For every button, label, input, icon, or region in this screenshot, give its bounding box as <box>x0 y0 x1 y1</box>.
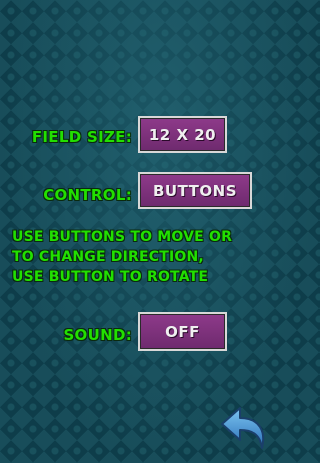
control-help-line: TO CHANGE DIRECTION, <box>12 249 204 265</box>
field-size-button[interactable]: 12 X 20 <box>138 116 227 153</box>
control-help-line: USE BUTTONS TO MOVE OR <box>12 229 233 245</box>
back-button[interactable] <box>218 402 270 454</box>
sound-button[interactable]: OFF <box>138 312 227 351</box>
control-help-line: USE BUTTON TO ROTATE <box>12 269 209 285</box>
settings-screen: FIELD SIZE: 12 X 20 CONTROL: BUTTONS USE… <box>0 0 278 463</box>
back-arrow-icon <box>221 407 265 449</box>
field-size-label: FIELD SIZE: <box>31 128 132 146</box>
control-label: CONTROL: <box>43 186 132 204</box>
control-button[interactable]: BUTTONS <box>138 172 252 209</box>
control-help-text: USE BUTTONS TO MOVE OR TO CHANGE DIRECTI… <box>12 227 272 287</box>
sound-label: SOUND: <box>63 326 132 344</box>
